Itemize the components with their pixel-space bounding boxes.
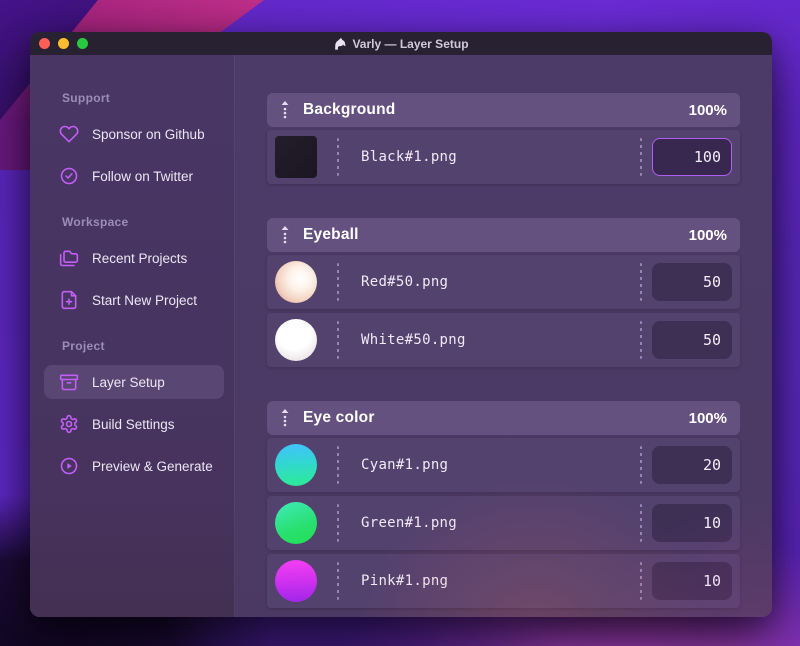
desktop: { "window": { "title": "Varly — Layer Se…: [0, 0, 800, 646]
dotted-separator: [640, 446, 642, 484]
sidebar-section-items: Recent Projects Start New Project: [30, 241, 234, 317]
layer-setup-panel: Background 100% Black#1.png Eyeball 100%…: [235, 55, 772, 617]
layer-filename: Red#50.png: [361, 274, 449, 290]
layer-group-percent: 100%: [688, 101, 727, 119]
app-window: Varly — Layer Setup Support Sponsor on G…: [30, 32, 772, 617]
layer-group-rows: Black#1.png: [267, 130, 740, 184]
sidebar-item-sponsor-on-github[interactable]: Sponsor on Github: [44, 117, 224, 151]
layer-group-percent: 100%: [688, 409, 727, 427]
layer-thumbnail: [275, 136, 317, 178]
layer-group: Eyeball 100% Red#50.png White#50.png: [267, 218, 740, 367]
layer-thumbnail: [275, 444, 317, 486]
sidebar-item-layer-setup[interactable]: Layer Setup: [44, 365, 224, 399]
sidebar-item-label: Build Settings: [92, 416, 175, 432]
play-circle-icon: [59, 456, 79, 476]
sidebar-item-label: Layer Setup: [92, 374, 165, 390]
layer-filename: Black#1.png: [361, 149, 458, 165]
sidebar-item-label: Start New Project: [92, 292, 198, 308]
layer-weight-input[interactable]: [652, 321, 732, 359]
sidebar-section: Workspace Recent Projects Start New Proj…: [30, 215, 234, 317]
drag-handle-icon[interactable]: [280, 225, 290, 245]
layer-thumbnail: [275, 319, 317, 361]
file-plus-icon: [59, 290, 79, 310]
dotted-separator: [337, 562, 339, 600]
layer-group-percent: 100%: [688, 226, 727, 244]
layer-group: Background 100% Black#1.png: [267, 93, 740, 184]
sidebar-item-build-settings[interactable]: Build Settings: [44, 407, 224, 441]
window-title-text: Varly — Layer Setup: [352, 36, 469, 51]
window-title: Varly — Layer Setup: [30, 32, 772, 55]
badge-check-icon: [59, 166, 79, 186]
layer-row[interactable]: Pink#1.png: [267, 554, 740, 608]
dotted-separator: [640, 504, 642, 542]
layer-group-title: Background: [303, 101, 396, 118]
window-titlebar[interactable]: Varly — Layer Setup: [30, 32, 772, 55]
layer-row[interactable]: Cyan#1.png: [267, 438, 740, 492]
layer-group-header: Eyeball 100%: [267, 218, 740, 252]
window-body: Support Sponsor on Github Follow on Twit…: [30, 55, 772, 617]
dotted-separator: [337, 321, 339, 359]
layer-thumbnail: [275, 502, 317, 544]
sidebar-section-label: Support: [62, 91, 111, 105]
layer-thumbnail: [275, 560, 317, 602]
sidebar-item-start-new-project[interactable]: Start New Project: [44, 283, 224, 317]
sidebar-section: Support Sponsor on Github Follow on Twit…: [30, 91, 234, 193]
sidebar-section-items: Layer Setup Build Settings Preview & Gen…: [30, 365, 234, 483]
unicorn-icon: [333, 37, 347, 51]
sidebar: Support Sponsor on Github Follow on Twit…: [30, 55, 235, 617]
layer-group-header: Eye color 100%: [267, 401, 740, 435]
minimize-button[interactable]: [58, 38, 69, 49]
dotted-separator: [337, 263, 339, 301]
dotted-separator: [337, 446, 339, 484]
gear-icon: [59, 414, 79, 434]
layer-group-rows: Red#50.png White#50.png: [267, 255, 740, 367]
layer-filename: Pink#1.png: [361, 573, 449, 589]
layer-thumbnail: [275, 261, 317, 303]
drag-handle-icon[interactable]: [280, 408, 290, 428]
window-controls: [30, 38, 88, 49]
close-button[interactable]: [39, 38, 50, 49]
dotted-separator: [640, 321, 642, 359]
layer-row[interactable]: White#50.png: [267, 313, 740, 367]
layer-weight-input[interactable]: [652, 562, 732, 600]
sidebar-item-label: Preview & Generate: [92, 458, 213, 474]
layer-filename: White#50.png: [361, 332, 466, 348]
layer-weight-input[interactable]: [652, 138, 732, 176]
zoom-button[interactable]: [77, 38, 88, 49]
dotted-separator: [337, 504, 339, 542]
sidebar-section-label: Workspace: [62, 215, 129, 229]
sidebar-item-label: Follow on Twitter: [92, 168, 194, 184]
dotted-separator: [640, 138, 642, 176]
folders-icon: [59, 248, 79, 268]
dotted-separator: [640, 263, 642, 301]
sidebar-item-preview-generate[interactable]: Preview & Generate: [44, 449, 224, 483]
layer-filename: Green#1.png: [361, 515, 458, 531]
sidebar-section-items: Sponsor on Github Follow on Twitter: [30, 117, 234, 193]
sidebar-section-label: Project: [62, 339, 105, 353]
layer-group: Eye color 100% Cyan#1.png Green#1.png Pi…: [267, 401, 740, 608]
layer-row[interactable]: Green#1.png: [267, 496, 740, 550]
layer-group-rows: Cyan#1.png Green#1.png Pink#1.png: [267, 438, 740, 608]
layer-group-title: Eye color: [303, 409, 375, 426]
drag-handle-icon[interactable]: [280, 100, 290, 120]
layer-row[interactable]: Red#50.png: [267, 255, 740, 309]
layer-group-title: Eyeball: [303, 226, 359, 243]
layer-weight-input[interactable]: [652, 504, 732, 542]
sidebar-item-label: Sponsor on Github: [92, 126, 205, 142]
layer-filename: Cyan#1.png: [361, 457, 449, 473]
sidebar-item-recent-projects[interactable]: Recent Projects: [44, 241, 224, 275]
archive-icon: [59, 372, 79, 392]
layer-group-header: Background 100%: [267, 93, 740, 127]
layer-weight-input[interactable]: [652, 263, 732, 301]
sidebar-item-follow-on-twitter[interactable]: Follow on Twitter: [44, 159, 224, 193]
dotted-separator: [640, 562, 642, 600]
heart-icon: [59, 124, 79, 144]
layer-weight-input[interactable]: [652, 446, 732, 484]
dotted-separator: [337, 138, 339, 176]
sidebar-section: Project Layer Setup Build Settings Previ…: [30, 339, 234, 483]
layer-row[interactable]: Black#1.png: [267, 130, 740, 184]
sidebar-item-label: Recent Projects: [92, 250, 188, 266]
